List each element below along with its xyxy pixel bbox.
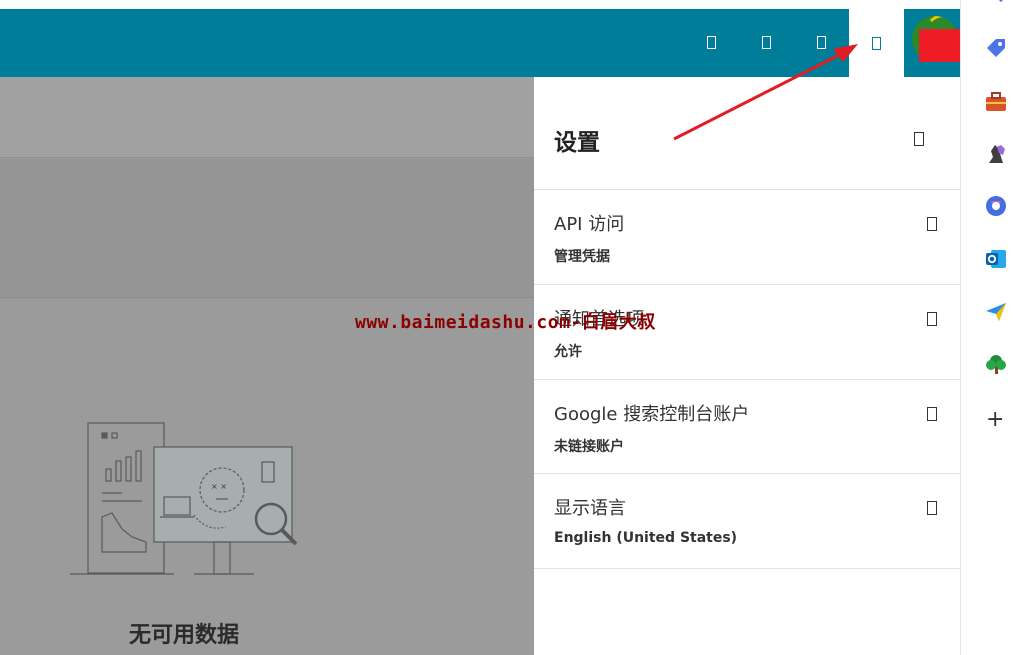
- setting-title: API 访问: [554, 214, 625, 235]
- tag-icon[interactable]: [985, 37, 1007, 59]
- setting-title: Google 搜索控制台账户: [554, 404, 750, 425]
- toolbar-app-icon-1[interactable]: [701, 32, 721, 54]
- chevron-right-icon: [927, 501, 937, 515]
- setting-display-language[interactable]: 显示语言 English (United States): [534, 474, 960, 569]
- svg-text:× ×: × ×: [211, 482, 227, 491]
- chevron-right-icon: [927, 312, 937, 326]
- setting-subtitle: English (United States): [554, 530, 738, 546]
- search-icon[interactable]: [985, 0, 1007, 6]
- settings-icon: [872, 37, 881, 50]
- app-icon: [761, 36, 771, 49]
- divider: [534, 568, 960, 569]
- watermark-text: www.baimeidashu.com-白眉大叔: [355, 312, 656, 333]
- toolbar-app-icon-2[interactable]: [756, 32, 776, 54]
- chess-icon[interactable]: [985, 143, 1007, 165]
- setting-subtitle: 允许: [554, 344, 582, 360]
- add-icon[interactable]: +: [986, 409, 1004, 431]
- send-icon[interactable]: [985, 301, 1007, 323]
- setting-search-console[interactable]: Google 搜索控制台账户 未链接账户: [534, 380, 960, 475]
- chevron-right-icon: [927, 217, 937, 231]
- top-navigation-bar: [0, 9, 960, 77]
- browser-sidebar: +: [960, 0, 1023, 655]
- redaction-block: [919, 29, 960, 62]
- app-icon: [706, 36, 716, 49]
- app-icon: [816, 36, 826, 49]
- setting-title: 显示语言: [554, 498, 626, 519]
- settings-panel: 设置 API 访问 管理凭据 通知首选项 允许 Google 搜索控制台账户 未…: [534, 77, 960, 655]
- copilot-icon[interactable]: [985, 195, 1007, 217]
- chevron-right-icon: [927, 407, 937, 421]
- tree-icon[interactable]: [985, 353, 1007, 375]
- toolbox-icon[interactable]: [985, 91, 1007, 113]
- window-top-strip: [0, 0, 960, 9]
- setting-subtitle: 管理凭据: [554, 249, 610, 265]
- panel-title: 设置: [554, 130, 600, 156]
- settings-button[interactable]: [849, 9, 904, 77]
- dimmed-main-content: × × 无可用数据: [0, 77, 534, 655]
- empty-state-label: 无可用数据: [128, 623, 239, 648]
- close-icon[interactable]: [914, 132, 924, 146]
- no-data-illustration-icon: × ×: [70, 422, 298, 575]
- toolbar-app-icon-3[interactable]: [811, 32, 831, 54]
- content-filter-band: [0, 159, 534, 298]
- content-header-band: [0, 77, 534, 158]
- setting-api-access[interactable]: API 访问 管理凭据: [534, 190, 960, 285]
- outlook-icon[interactable]: [985, 248, 1007, 270]
- setting-subtitle: 未链接账户: [554, 439, 624, 455]
